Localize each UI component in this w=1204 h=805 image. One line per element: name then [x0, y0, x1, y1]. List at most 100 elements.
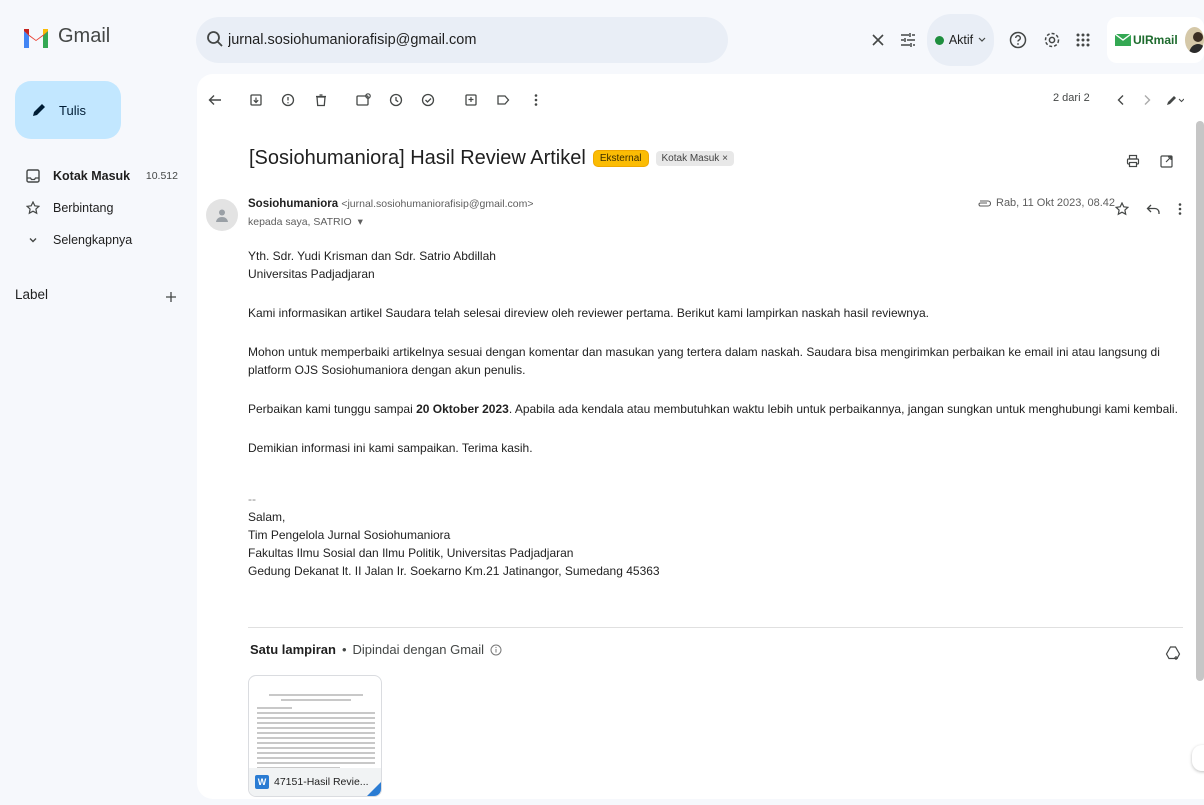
pager-text: 2 dari 2 [1053, 92, 1090, 104]
body-paragraph: Mohon untuk memperbaiki artikelnya sesua… [248, 345, 1160, 377]
label-tag-icon[interactable] [489, 86, 517, 114]
sidebar-item-label: Berbintang [53, 201, 114, 215]
archive-icon[interactable] [242, 86, 270, 114]
account-switcher[interactable]: UIRmail [1107, 17, 1204, 63]
document-preview [257, 694, 375, 772]
word-corner-icon [367, 782, 381, 796]
clear-search-icon[interactable] [864, 26, 892, 54]
compose-button[interactable]: Tulis [15, 81, 121, 139]
sender-email: <jurnal.sosiohumaniorafisip@gmail.com> [341, 198, 534, 210]
separator-dot: • [341, 642, 347, 657]
email-subject: [Sosiohumaniora] Hasil Review Artikel [249, 147, 586, 169]
star-icon [26, 201, 40, 215]
signature-separator: -- [248, 492, 256, 506]
status-dot-icon [934, 35, 944, 45]
body-paragraph-deadline: Perbaikan kami tunggu sampai 20 Oktober … [248, 400, 1193, 418]
sidebar-item-more[interactable]: Selengkapnya [0, 224, 192, 256]
add-task-icon[interactable] [414, 86, 442, 114]
snooze-clock-icon[interactable] [382, 86, 410, 114]
top-bar: Gmail Aktif UIRmail [0, 0, 1204, 80]
search-bar [196, 17, 915, 63]
move-to-icon[interactable] [457, 86, 485, 114]
message-toolbar: 2 dari 2 [197, 86, 1204, 112]
sidebar-item-label: Selengkapnya [53, 233, 133, 247]
panel-scrollbar[interactable] [1196, 121, 1204, 681]
mark-unread-icon[interactable] [349, 86, 377, 114]
print-icon[interactable] [1119, 147, 1147, 175]
pencil-icon [31, 102, 47, 118]
brand-name: Gmail [58, 25, 111, 47]
settings-gear-icon[interactable] [1038, 26, 1066, 54]
recipients-text: kepada saya, SATRIO [248, 216, 352, 228]
inbox-label-chip[interactable]: Kotak Masuk × [655, 151, 734, 166]
sidebar-nav: Kotak Masuk 10.512 Berbintang Selengkapn… [0, 160, 192, 256]
gmail-m-icon [22, 26, 50, 48]
search-options-icon[interactable] [894, 26, 922, 54]
sender-name[interactable]: Sosiohumaniora [248, 198, 338, 210]
deadline-suffix: . Apabila ada kendala atau membutuhkan w… [508, 402, 1178, 416]
chevron-down-icon [978, 37, 986, 43]
more-vert-icon[interactable] [1166, 195, 1194, 223]
search-icon[interactable] [206, 30, 224, 48]
input-tools-pencil-icon[interactable] [1161, 86, 1189, 114]
older-chevron-right-icon[interactable] [1133, 86, 1161, 114]
open-new-window-icon[interactable] [1152, 147, 1180, 175]
date-text: Rab, 11 Okt 2023, 08.42 [996, 197, 1116, 209]
email-body: Yth. Sdr. Yudi Krisman dan Sdr. Satrio A… [248, 247, 1193, 580]
word-file-icon: W [255, 775, 269, 789]
attachments-header: Satu lampiran • Dipindai dengan Gmail [250, 642, 502, 657]
gmail-logo[interactable]: Gmail [22, 25, 110, 48]
body-paragraph: Demikian informasi ini kami sampaikan. T… [248, 441, 533, 455]
signature-line: Tim Pengelola Jurnal Sosiohumaniora [248, 528, 451, 542]
reply-arrow-icon[interactable] [1139, 195, 1167, 223]
signature-line: Fakultas Ilmu Sosial dan Ilmu Politik, U… [248, 546, 574, 560]
attachment-filename: 47151-Hasil Revie... [274, 776, 369, 788]
labels-section-header: Label [15, 287, 185, 307]
attachment-footer: W 47151-Hasil Revie... [249, 768, 381, 796]
deadline-prefix: Perbaikan kami tunggu sampai [248, 402, 417, 416]
attachment-card[interactable]: W 47151-Hasil Revie... [248, 675, 382, 797]
attachment-divider [248, 627, 1183, 628]
star-icon[interactable] [1108, 195, 1136, 223]
back-arrow-icon[interactable] [201, 86, 229, 114]
search-input[interactable] [228, 29, 628, 51]
greeting-affiliation: Universitas Padjadjaran [248, 267, 375, 281]
sidebar-item-inbox[interactable]: Kotak Masuk 10.512 [0, 160, 192, 192]
side-panel-toggle[interactable] [1192, 745, 1204, 771]
add-label-plus-icon[interactable] [157, 283, 185, 311]
recipients-dropdown[interactable]: kepada saya, SATRIO ▾ [248, 216, 363, 228]
sender-avatar[interactable] [206, 199, 238, 231]
labels-heading: Label [15, 287, 49, 302]
attachments-count: Satu lampiran [250, 642, 336, 657]
email-date: Rab, 11 Okt 2023, 08.42 [977, 197, 1115, 209]
greeting-line: Yth. Sdr. Yudi Krisman dan Sdr. Satrio A… [248, 249, 496, 263]
apps-grid-icon[interactable] [1069, 26, 1097, 54]
help-icon[interactable] [1004, 26, 1032, 54]
status-label: Aktif [948, 33, 974, 47]
delete-trash-icon[interactable] [307, 86, 335, 114]
inbox-icon [26, 169, 40, 183]
scan-status: Dipindai dengan Gmail [352, 642, 485, 657]
external-badge: Eksternal [592, 150, 649, 167]
sender-line: Sosiohumaniora <jurnal.sosiohumaniorafis… [248, 198, 533, 210]
more-vert-icon[interactable] [522, 86, 550, 114]
signature-line: Salam, [248, 510, 286, 524]
save-to-drive-icon[interactable] [1159, 639, 1187, 667]
info-icon[interactable] [490, 644, 502, 656]
report-spam-icon[interactable] [274, 86, 302, 114]
signature-line: Gedung Dekanat lt. II Jalan Ir. Soekarno… [248, 564, 660, 578]
message-panel: 2 dari 2 [Sosiohumaniora] Hasil Review A… [197, 74, 1204, 799]
org-mail-icon [1115, 34, 1131, 46]
deadline-date: 20 Oktober 2023 [416, 402, 509, 416]
user-avatar[interactable] [1184, 27, 1204, 53]
status-dropdown[interactable]: Aktif [927, 14, 994, 66]
sidebar-item-starred[interactable]: Berbintang [0, 192, 192, 224]
sidebar-item-label: Kotak Masuk [53, 169, 131, 183]
org-label: UIRmail [1133, 33, 1178, 47]
caret-down-icon: ▾ [357, 216, 363, 228]
compose-label: Tulis [59, 102, 86, 118]
chevron-down-icon [26, 233, 40, 247]
body-paragraph: Kami informasikan artikel Saudara telah … [248, 306, 929, 320]
newer-chevron-left-icon[interactable] [1107, 86, 1135, 114]
attachment-clip-icon [977, 199, 991, 208]
